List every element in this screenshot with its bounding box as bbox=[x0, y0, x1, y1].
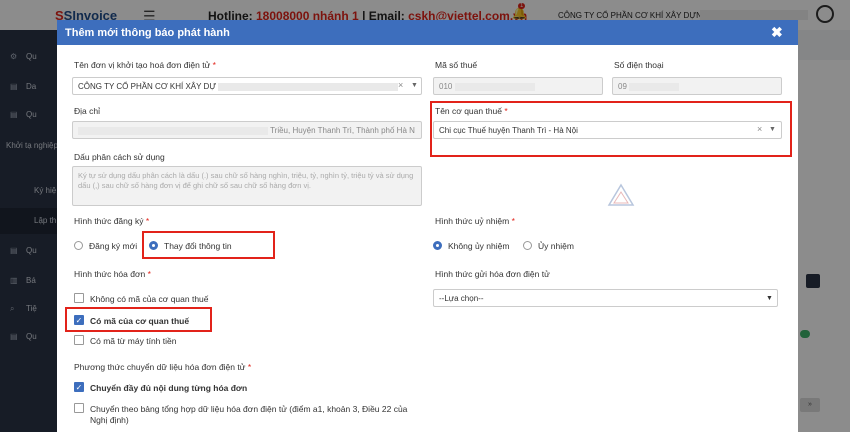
chevron-down-icon[interactable]: ▼ bbox=[766, 295, 773, 302]
redacted-block bbox=[78, 126, 268, 135]
auth-yes-radio[interactable] bbox=[523, 241, 532, 250]
clear-icon[interactable]: × bbox=[398, 80, 403, 90]
send-type-label: Hình thức gửi hóa đơn điện tử bbox=[435, 269, 550, 279]
transfer-label: Phương thức chuyển dữ liệu hóa đơn điện … bbox=[74, 362, 252, 372]
transfer-full-label[interactable]: Chuyển đầy đủ nội dung từng hóa đơn bbox=[90, 383, 247, 393]
auth-type-label: Hình thức uỷ nhiệm * bbox=[435, 216, 515, 226]
invoice-type-label: Hình thức hóa đơn * bbox=[74, 269, 151, 279]
inv-cash-register-label[interactable]: Có mã từ máy tính tiền bbox=[90, 336, 176, 346]
phone-field: 09 bbox=[612, 77, 782, 95]
org-name-select[interactable]: CÔNG TY CỔ PHẦN CƠ KHÍ XÂY DỰ bbox=[72, 77, 422, 95]
reg-new-label[interactable]: Đăng ký mới bbox=[89, 241, 137, 251]
org-name-label: Tên đơn vị khởi tạo hoá đơn điện tử * bbox=[74, 60, 216, 70]
redacted-block bbox=[218, 82, 399, 91]
tax-code-field: 010 bbox=[433, 77, 603, 95]
modal-title: Thêm mới thông báo phát hành bbox=[65, 27, 230, 39]
send-type-select[interactable]: --Lựa chọn-- bbox=[433, 289, 778, 307]
tax-code-label: Mã số thuế bbox=[435, 60, 478, 70]
transfer-full-checkbox[interactable]: ✓ bbox=[74, 382, 84, 392]
auth-none-label[interactable]: Không ủy nhiệm bbox=[448, 241, 509, 251]
auth-none-radio[interactable] bbox=[433, 241, 442, 250]
reg-new-radio[interactable] bbox=[74, 241, 83, 250]
redacted-block bbox=[629, 82, 680, 91]
create-notice-modal: Thêm mới thông báo phát hành ✖ Tên đơn v… bbox=[57, 20, 798, 432]
highlight-box bbox=[65, 307, 212, 332]
reg-type-label: Hình thức đăng ký * bbox=[74, 216, 150, 226]
redacted-block bbox=[454, 82, 535, 91]
transfer-summary-checkbox[interactable] bbox=[74, 403, 84, 413]
separator-textarea[interactable]: Ký tự sử dụng dấu phân cách là dấu (.) s… bbox=[72, 166, 422, 206]
watermark-logo bbox=[607, 183, 635, 206]
chevron-down-icon[interactable]: ▼ bbox=[411, 82, 418, 89]
highlight-box bbox=[430, 101, 792, 157]
inv-no-code-checkbox[interactable] bbox=[74, 293, 84, 303]
inv-no-code-label[interactable]: Không có mã của cơ quan thuế bbox=[90, 294, 209, 304]
separator-label: Dấu phân cách sử dụng bbox=[74, 152, 165, 162]
address-field: Triều, Huyện Thanh Trì, Thành phố Hà N bbox=[72, 121, 422, 139]
address-label: Địa chỉ bbox=[74, 106, 100, 116]
inv-cash-register-checkbox[interactable] bbox=[74, 335, 84, 345]
close-icon[interactable]: ✖ bbox=[771, 24, 783, 41]
auth-yes-label[interactable]: Ủy nhiệm bbox=[538, 241, 574, 251]
transfer-summary-label[interactable]: Chuyển theo bảng tổng hợp dữ liệu hóa đơ… bbox=[90, 404, 410, 426]
modal-header: Thêm mới thông báo phát hành ✖ bbox=[57, 20, 798, 45]
phone-label: Số điện thoại bbox=[614, 60, 664, 70]
highlight-box bbox=[142, 231, 275, 259]
